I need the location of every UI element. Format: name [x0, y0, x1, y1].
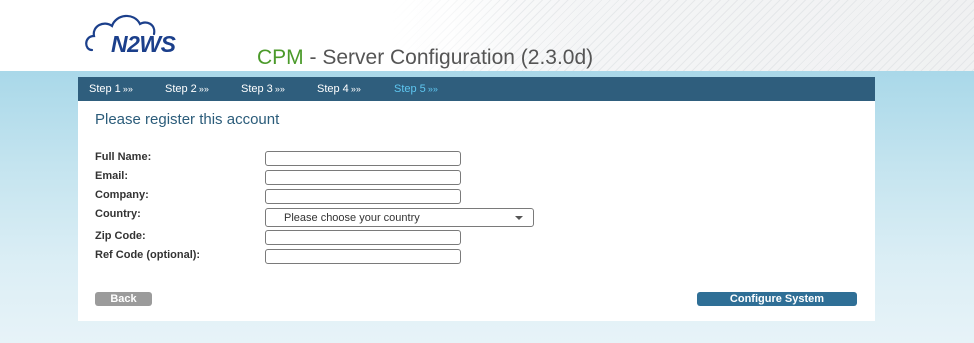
page-title-brand: CPM [257, 46, 304, 69]
full-name-field[interactable] [265, 151, 461, 166]
zip-code-field[interactable] [265, 230, 461, 245]
country-select-value: Please choose your country [284, 212, 420, 224]
step-arrows: »» [350, 84, 361, 94]
step-label: Step 5 [394, 83, 426, 95]
email-label: Email: [95, 170, 129, 182]
step-arrows: »» [122, 84, 133, 94]
step-arrows: »» [274, 84, 285, 94]
step-1[interactable]: Step 1»» [89, 83, 133, 95]
form-heading: Please register this account [95, 111, 280, 128]
steps-bar: Step 1»» Step 2»» Step 3»» Step 4»» Step… [78, 77, 875, 101]
company-label: Company: [95, 189, 149, 201]
step-label: Step 3 [241, 83, 273, 95]
logo-text: N2WS [111, 31, 176, 57]
step-label: Step 4 [317, 83, 349, 95]
ref-code-field[interactable] [265, 249, 461, 264]
wizard-panel: Step 1»» Step 2»» Step 3»» Step 4»» Step… [78, 77, 875, 321]
chevron-down-icon [515, 216, 523, 220]
step-label: Step 2 [165, 83, 197, 95]
country-select[interactable]: Please choose your country [265, 208, 534, 227]
back-button[interactable]: Back [95, 292, 152, 306]
zip-code-label: Zip Code: [95, 230, 146, 242]
step-3[interactable]: Step 3»» [241, 83, 285, 95]
step-label: Step 1 [89, 83, 121, 95]
page-title: CPM - Server Configuration (2.3.0d) [257, 46, 593, 70]
page-title-text: - Server Configuration (2.3.0d) [303, 46, 594, 69]
step-4[interactable]: Step 4»» [317, 83, 361, 95]
email-field[interactable] [265, 170, 461, 185]
step-arrows: »» [198, 84, 209, 94]
n2ws-logo: N2WS [84, 6, 214, 58]
company-field[interactable] [265, 189, 461, 204]
configure-system-button[interactable]: Configure System [697, 292, 857, 306]
step-5[interactable]: Step 5»» [394, 83, 438, 95]
step-2[interactable]: Step 2»» [165, 83, 209, 95]
country-label: Country: [95, 208, 141, 220]
ref-code-label: Ref Code (optional): [95, 249, 201, 261]
step-arrows: »» [427, 84, 438, 94]
full-name-label: Full Name: [95, 151, 152, 163]
